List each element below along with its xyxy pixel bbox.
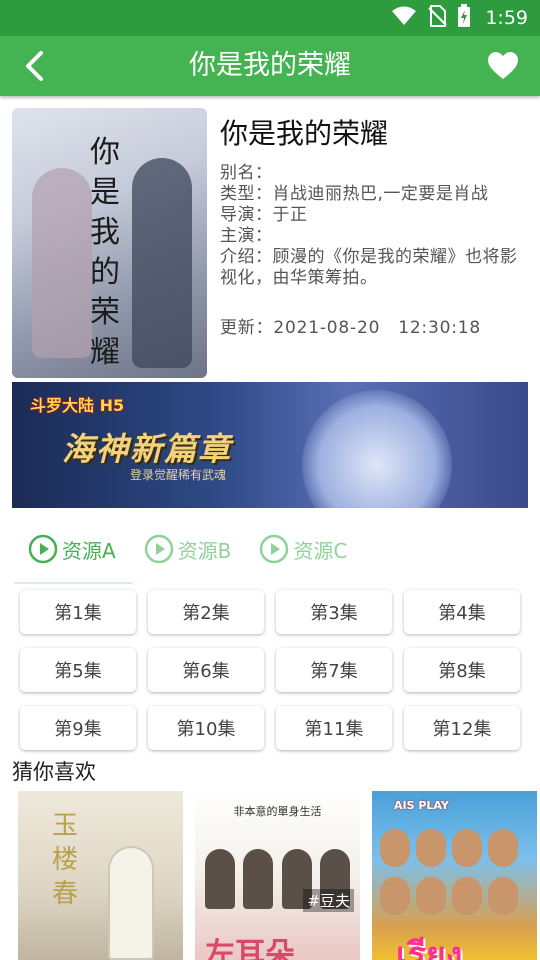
info-director: 导演：于正: [220, 205, 308, 225]
recommend-title: 猜你喜欢: [12, 760, 96, 784]
banner-subtitle: 登录觉醒稀有武魂: [130, 468, 227, 482]
episode-button[interactable]: 第7集: [276, 648, 392, 692]
poster-figure-male: [132, 158, 192, 368]
poster-figure-female: [32, 168, 92, 358]
drama-title: 你是我的荣耀: [220, 117, 389, 150]
episode-button[interactable]: 第4集: [404, 590, 520, 634]
info-genre: 类型：肖战迪丽热巴,一定要是肖战: [220, 184, 489, 204]
page-title: 你是我的荣耀: [189, 50, 351, 81]
info-intro: 介绍：顾漫的《你是我的荣耀》也将影视化，由华策筹拍。: [220, 247, 518, 288]
info-list: 别名： 类型：肖战迪丽热巴,一定要是肖战 导演：于正 主演： 介绍：顾漫的《你是…: [220, 163, 530, 289]
tab-indicator: [14, 582, 132, 584]
rec-poster-logo: AIS PLAY: [394, 799, 449, 812]
play-circle-icon: [260, 534, 289, 564]
recommend-card[interactable]: 玉楼春: [18, 791, 183, 960]
episode-button[interactable]: 第12集: [404, 706, 520, 750]
update-time: 12:30:18: [398, 318, 481, 338]
episode-button[interactable]: 第5集: [20, 648, 136, 692]
update-row: 更新：2021-08-20 12:30:18: [220, 313, 481, 338]
play-circle-icon: [144, 534, 173, 564]
update-label: 更新：: [220, 318, 274, 338]
episode-button[interactable]: 第3集: [276, 590, 392, 634]
poster-caption: 你是我的荣耀: [90, 135, 120, 370]
back-button[interactable]: [14, 48, 54, 84]
status-icons: 1:59: [391, 0, 528, 36]
episode-button[interactable]: 第1集: [20, 590, 136, 634]
app-bar: 你是我的荣耀: [0, 36, 540, 96]
episode-button[interactable]: 第8集: [404, 648, 520, 692]
episode-button[interactable]: 第9集: [20, 706, 136, 750]
episode-button[interactable]: 第6集: [148, 648, 264, 692]
episode-button[interactable]: 第11集: [276, 706, 392, 750]
chevron-left-icon: [26, 51, 43, 81]
source-tabs: 资源A 资源B 资源C: [28, 532, 347, 566]
play-circle-icon: [28, 534, 58, 564]
favorite-button[interactable]: [482, 48, 524, 84]
rec-poster-subtitle: 左耳朵: [205, 937, 295, 960]
recommend-card[interactable]: AIS PLAY เรียง: [372, 791, 537, 960]
tab-source-b[interactable]: 资源B: [144, 532, 231, 566]
wifi-icon: [391, 6, 417, 30]
banner-title: 海神新篇章: [62, 430, 233, 468]
episode-grid: 第1集 第2集 第3集 第4集 第5集 第6集 第7集 第8集 第9集 第10集…: [20, 590, 522, 750]
info-alias: 别名：: [220, 163, 273, 183]
rec-poster-title: 玉楼春: [52, 811, 79, 909]
rec-poster-title: เรียง: [396, 935, 463, 960]
banner-logo: 斗罗大陆 H5: [30, 396, 125, 415]
heart-icon: [488, 52, 518, 79]
info-cast: 主演：: [220, 226, 273, 246]
tab-source-a[interactable]: 资源A: [28, 532, 116, 566]
episode-button[interactable]: 第2集: [148, 590, 264, 634]
recommend-list: 玉楼春 非本意的單身生活 #豆夫 左耳朵 AIS PLAY เรียง: [18, 791, 537, 960]
battery-charging-icon: [457, 4, 471, 32]
update-date: 2021-08-20: [273, 318, 381, 338]
banner-ad[interactable]: 斗罗大陆 H5 海神新篇章 登录觉醒稀有武魂: [12, 382, 528, 508]
drama-poster: 你是我的荣耀: [12, 108, 207, 378]
status-bar: 1:59: [0, 0, 540, 36]
status-time: 1:59: [485, 7, 528, 29]
banner-moon: [302, 390, 452, 508]
no-sim-icon: [427, 5, 448, 31]
rec-poster-figure: [108, 846, 154, 960]
recommend-card[interactable]: 非本意的單身生活 #豆夫 左耳朵: [195, 791, 360, 960]
rec-poster-figures: [380, 829, 530, 919]
rec-poster-tag: #豆夫: [303, 889, 354, 912]
episode-button[interactable]: 第10集: [148, 706, 264, 750]
tab-source-c[interactable]: 资源C: [259, 532, 347, 566]
rec-poster-title: 非本意的單身生活: [233, 805, 322, 818]
